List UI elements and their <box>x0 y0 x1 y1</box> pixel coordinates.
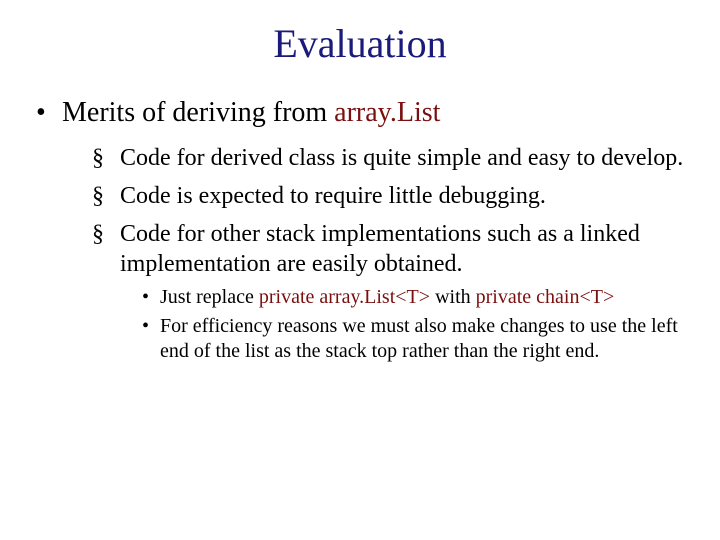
list-item: Code is expected to require little debug… <box>92 181 690 211</box>
l1-text-pre: Merits of deriving from <box>62 97 334 128</box>
list-item: Merits of deriving from array.List Code … <box>36 97 690 364</box>
bullet-list-level1: Merits of deriving from array.List Code … <box>36 97 690 364</box>
l3b-text: For efficiency reasons we must also make… <box>160 315 678 362</box>
l3a-a1: private array.List<T> <box>259 286 430 308</box>
slide: Evaluation Merits of deriving from array… <box>0 0 720 540</box>
list-item: Just replace private array.List<T> with … <box>142 285 690 310</box>
l1-text-accent: array.List <box>334 97 440 128</box>
l2a-text: Code for derived class is quite simple a… <box>120 145 683 171</box>
l3a-a2: private chain<T> <box>476 286 615 308</box>
l3a-t1: Just replace <box>160 286 259 308</box>
list-item: For efficiency reasons we must also make… <box>142 314 690 364</box>
slide-title: Evaluation <box>30 20 690 67</box>
l2c-text: Code for other stack implementations suc… <box>120 221 640 277</box>
l3a-t2: with <box>430 286 476 308</box>
list-item: Code for other stack implementations suc… <box>92 219 690 364</box>
bullet-list-level2: Code for derived class is quite simple a… <box>92 143 690 364</box>
bullet-list-level3: Just replace private array.List<T> with … <box>142 285 690 364</box>
list-item: Code for derived class is quite simple a… <box>92 143 690 173</box>
l2b-text: Code is expected to require little debug… <box>120 183 546 209</box>
